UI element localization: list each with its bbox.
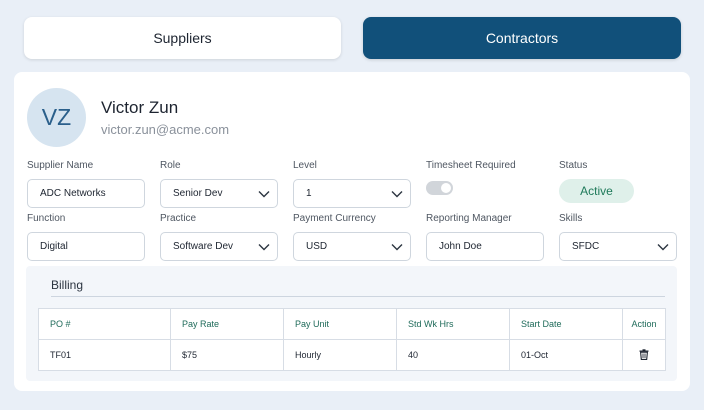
tab-contractors[interactable]: Contractors [363,17,681,59]
chevron-down-icon[interactable] [255,233,273,260]
level-select[interactable]: 1 [293,179,411,208]
supplier-name-label: Supplier Name [27,160,94,171]
payment-currency-field: Payment Currency USD [293,212,411,261]
level-value: 1 [306,188,312,199]
role-value: Senior Dev [173,188,223,199]
toggle-knob [441,183,451,193]
column-header-pay-unit: Pay Unit [283,308,397,340]
trash-icon[interactable] [639,348,649,362]
status-badge: Active [559,179,634,203]
skills-field: Skills SFDC [559,212,677,261]
table-row: TF01 $75 Hourly 40 01-Oct [38,339,666,371]
profile-name: Victor Zun [101,98,179,117]
role-field: Role Senior Dev [160,159,278,208]
level-field: Level 1 [293,159,411,208]
payment-currency-select[interactable]: USD [293,232,411,261]
billing-table: PO # Pay Rate Pay Unit Std Wk Hrs Start … [38,308,666,371]
reporting-manager-label: Reporting Manager [426,213,512,224]
level-label: Level [293,160,317,171]
status-field: Status Active [559,159,634,203]
skills-select[interactable]: SFDC [559,232,677,261]
cell-pay-unit: Hourly [283,339,397,371]
skills-label: Skills [559,213,583,224]
practice-value: Software Dev [173,241,234,252]
chevron-down-icon[interactable] [388,233,406,260]
cell-std-wk-hrs: 40 [396,339,510,371]
cell-start-date: 01-Oct [509,339,623,371]
practice-field: Practice Software Dev [160,212,278,261]
role-label: Role [160,160,181,171]
role-select[interactable]: Senior Dev [160,179,278,208]
tab-contractors-label: Contractors [485,30,559,46]
skills-value: SFDC [572,241,600,252]
function-input[interactable]: Digital [27,232,145,261]
profile-email: victor.zun@acme.com [101,122,230,137]
cell-po: TF01 [38,339,171,371]
reporting-manager-field: Reporting Manager John Doe [426,212,544,261]
cell-pay-rate: $75 [170,339,284,371]
cell-action [622,339,666,371]
function-label: Function [27,213,66,224]
supplier-name-input[interactable]: ADC Networks [27,179,145,208]
function-value: Digital [40,241,68,252]
supplier-name-field: Supplier Name ADC Networks [27,159,145,208]
payment-currency-label: Payment Currency [293,213,376,224]
column-header-std-wk-hrs: Std Wk Hrs [396,308,510,340]
avatar: VZ [27,88,86,147]
column-header-action: Action [622,308,666,340]
billing-section: Billing PO # Pay Rate Pay Unit Std Wk Hr… [26,266,677,381]
function-field: Function Digital [27,212,145,261]
column-header-po: PO # [38,308,171,340]
table-header-row: PO # Pay Rate Pay Unit Std Wk Hrs Start … [38,308,666,340]
practice-label: Practice [160,213,197,224]
billing-divider [51,296,665,297]
column-header-start-date: Start Date [509,308,623,340]
status-label: Status [559,160,588,171]
timesheet-required-label: Timesheet Required [426,160,516,171]
payment-currency-value: USD [306,241,328,252]
reporting-manager-input[interactable]: John Doe [426,232,544,261]
chevron-down-icon[interactable] [255,180,273,207]
chevron-down-icon[interactable] [388,180,406,207]
billing-title: Billing [51,278,84,292]
column-header-pay-rate: Pay Rate [170,308,284,340]
chevron-down-icon[interactable] [654,233,672,260]
contractor-card: VZ Victor Zun victor.zun@acme.com Suppli… [14,72,690,391]
supplier-name-value: ADC Networks [40,188,106,199]
tab-suppliers-label: Suppliers [153,30,212,46]
reporting-manager-value: John Doe [439,241,482,252]
practice-select[interactable]: Software Dev [160,232,278,261]
timesheet-required-field: Timesheet Required [426,159,516,195]
timesheet-required-toggle[interactable] [426,181,453,195]
avatar-initials: VZ [41,104,72,130]
tab-suppliers[interactable]: Suppliers [24,17,341,59]
